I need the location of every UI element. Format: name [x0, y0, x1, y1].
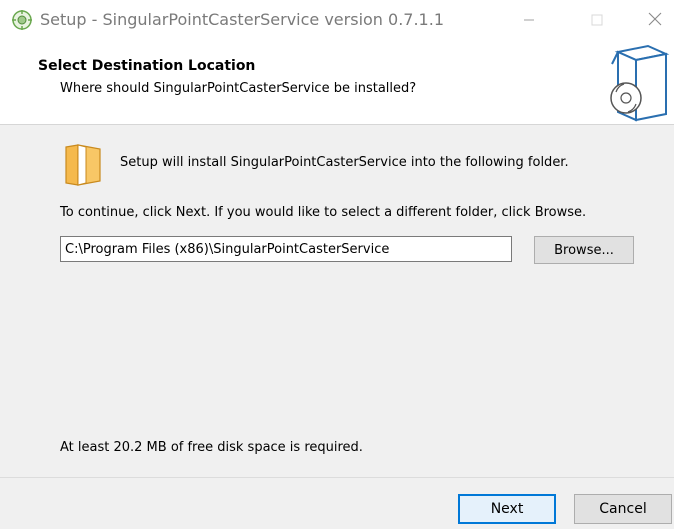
title-bar[interactable]: Setup - SingularPointCasterService versi…	[0, 0, 674, 40]
disk-space-text: At least 20.2 MB of free disk space is r…	[60, 440, 363, 455]
close-icon	[648, 11, 662, 30]
minimize-icon	[523, 11, 535, 30]
page-header: Select Destination Location Where should…	[0, 40, 674, 124]
window-title: Setup - SingularPointCasterService versi…	[40, 10, 444, 29]
browse-button[interactable]: Browse...	[534, 236, 634, 264]
software-box-icon	[608, 42, 670, 124]
content-area: Setup will install SingularPointCasterSe…	[0, 125, 674, 477]
next-button[interactable]: Next	[458, 494, 556, 524]
continue-instructions: To continue, click Next. If you would li…	[60, 205, 587, 220]
maximize-icon	[591, 11, 603, 30]
maximize-button	[574, 0, 620, 40]
page-title: Select Destination Location	[38, 58, 256, 74]
destination-path-input[interactable]	[60, 236, 512, 262]
folder-icon	[64, 143, 104, 187]
install-description: Setup will install SingularPointCasterSe…	[120, 155, 569, 170]
minimize-button[interactable]	[506, 0, 552, 40]
button-bar: Next Cancel	[0, 478, 674, 529]
cancel-button[interactable]: Cancel	[574, 494, 672, 524]
setup-window: Setup - SingularPointCasterService versi…	[0, 0, 674, 529]
close-button[interactable]	[632, 0, 674, 40]
setup-app-icon	[11, 9, 33, 31]
page-subtitle: Where should SingularPointCasterService …	[60, 81, 417, 96]
